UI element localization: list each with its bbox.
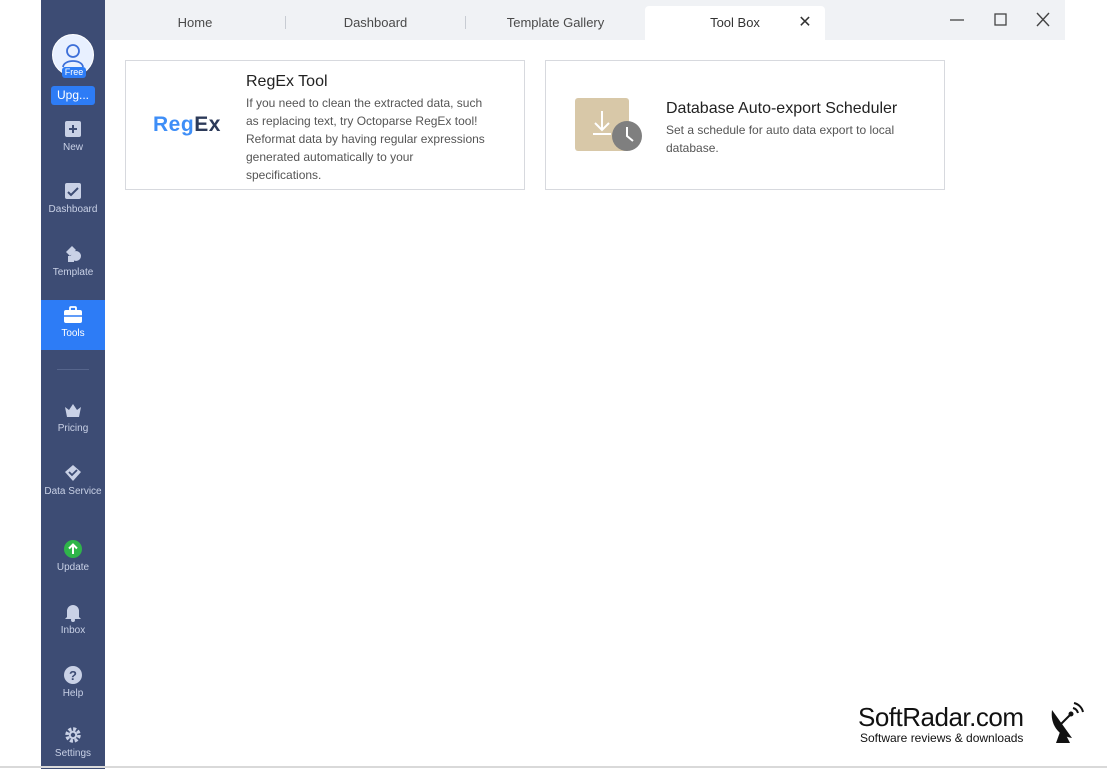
card-description: Set a schedule for auto data export to l… [666,123,895,155]
plus-square-icon [65,121,81,137]
tab-dashboard[interactable]: Dashboard [286,6,465,40]
tab-label: Tool Box [710,15,760,30]
regex-tool-card[interactable]: RegEx RegEx Tool If you need to clean th… [125,60,525,190]
template-icon [66,246,81,262]
sidebar-item-label: Template [52,267,94,278]
right-margin [1065,0,1107,769]
sidebar-item-data-service[interactable]: Data Service [41,458,105,508]
tab-home[interactable]: Home [105,6,285,40]
regex-logo: RegEx [153,113,221,137]
bell-icon [65,605,81,622]
sidebar-item-dashboard[interactable]: Dashboard [41,176,105,226]
softradar-watermark: SoftRadar.com Software reviews & downloa… [858,702,1098,752]
minimize-icon[interactable] [944,8,970,32]
sidebar-item-template[interactable]: Template [41,239,105,289]
sidebar: Free Upg... New Dashboard Template Tools [41,0,105,769]
maximize-icon[interactable] [987,8,1013,32]
sidebar-item-label: Update [56,562,90,573]
sidebar-item-label: New [62,142,83,153]
upgrade-button[interactable]: Upg... [51,86,95,105]
left-margin [0,0,41,769]
tab-template-gallery[interactable]: Template Gallery [466,6,645,40]
sidebar-item-pricing[interactable]: Pricing [41,395,105,445]
close-window-icon[interactable] [1030,8,1056,32]
regex-logo-part: Reg [153,113,195,136]
card-title: RegEx Tool [246,73,328,90]
svg-text:?: ? [69,668,77,683]
regex-logo-part: Ex [194,113,221,136]
dashboard-icon [65,183,81,199]
tab-bar: Home Dashboard Template Gallery Tool Box… [105,0,1065,40]
sidebar-divider [57,369,89,370]
sidebar-item-label: Help [62,688,84,699]
sidebar-item-help[interactable]: ? Help [41,660,105,710]
toolbox-icon [64,306,82,323]
sidebar-item-new[interactable]: New [41,114,105,164]
window-bottom-border [0,766,1107,768]
gear-icon [65,727,81,743]
diamond-check-icon [65,465,81,481]
card-description: If you need to clean the extracted data,… [246,96,485,182]
sidebar-item-label: Tools [61,328,85,339]
card-title: Database Auto-export Scheduler [666,100,898,117]
sidebar-item-update[interactable]: Update [41,534,105,584]
sidebar-item-label: Data Service [44,486,102,497]
sidebar-item-label: Dashboard [48,204,98,215]
sidebar-item-tools[interactable]: Tools [41,300,105,350]
upload-circle-icon [64,540,82,558]
tab-tool-box[interactable]: Tool Box ✕ [645,6,825,40]
close-tab-icon[interactable]: ✕ [795,6,815,40]
sidebar-item-label: Pricing [57,423,89,434]
crown-icon [65,404,81,417]
help-circle-icon: ? [64,666,82,684]
watermark-tagline: Software reviews & downloads [860,731,1024,745]
watermark-name: SoftRadar.com [858,702,1024,732]
satellite-dish-icon [1051,702,1084,743]
user-icon [62,44,84,68]
sidebar-item-label: Settings [54,748,92,759]
db-export-scheduler-card[interactable]: Database Auto-export Scheduler Set a sch… [545,60,945,190]
sidebar-item-settings[interactable]: Settings [41,720,105,770]
plan-badge: Free [62,67,86,78]
sidebar-item-inbox[interactable]: Inbox [41,597,105,647]
download-clock-icon [575,98,642,151]
sidebar-item-label: Inbox [60,625,86,636]
